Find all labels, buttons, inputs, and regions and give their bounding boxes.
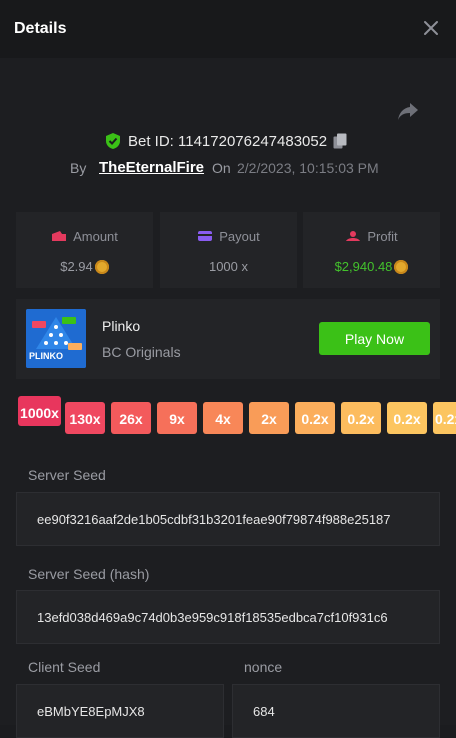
multiplier-chip: 26x <box>111 402 151 434</box>
client-seed-label: Client Seed <box>28 659 101 675</box>
dialog-header: Details <box>0 0 456 58</box>
nonce-field[interactable]: 684 <box>232 684 440 738</box>
copy-icon[interactable] <box>333 133 347 149</box>
close-icon[interactable] <box>421 18 441 38</box>
payout-value: 1000 x <box>208 259 249 274</box>
multiplier-chip: 4x <box>203 402 243 434</box>
server-seed-hash-label: Server Seed (hash) <box>28 566 150 582</box>
game-thumbnail[interactable]: PLINKO <box>26 309 86 368</box>
game-card: PLINKO Plinko BC Originals Play Now <box>16 299 440 379</box>
play-now-button[interactable]: Play Now <box>319 322 430 355</box>
server-seed-field[interactable]: ee90f3216aaf2de1b05cdbf31b3201feae90f798… <box>16 492 440 546</box>
client-seed-value: eBMbYE8EpMJX8 <box>37 704 145 719</box>
coin-icon <box>394 260 409 274</box>
nonce-label: nonce <box>244 659 283 675</box>
coin-icon <box>94 260 109 274</box>
amount-card: Amount $2.94 <box>16 212 153 288</box>
by-label: By <box>70 160 87 176</box>
multiplier-chip: 0.2x <box>433 402 456 434</box>
nonce-value: 684 <box>253 704 275 719</box>
server-seed-hash-value: 13efd038d469a9c74d0b3e959c918f18535edbca… <box>37 610 388 625</box>
multiplier-chip: 0.2x <box>295 402 335 434</box>
on-label: On <box>212 160 231 176</box>
card-icon <box>198 231 213 241</box>
multiplier-chip: 0.2x <box>341 402 381 434</box>
multiplier-chip: 9x <box>157 402 197 434</box>
share-icon[interactable] <box>397 101 419 121</box>
profit-label: Profit <box>367 229 398 244</box>
player-link[interactable]: TheEternalFire <box>99 159 204 176</box>
amount-value: $2.94 <box>60 259 93 274</box>
multiplier-chip: 130x <box>65 402 105 434</box>
multiplier-chip: 1000x <box>18 396 61 426</box>
profit-card: Profit $2,940.48 <box>303 212 440 288</box>
game-name: Plinko <box>102 318 141 334</box>
multiplier-chip: 0.2x <box>387 402 427 434</box>
server-seed-label: Server Seed <box>28 467 106 483</box>
game-provider: BC Originals <box>102 344 181 360</box>
svg-text:PLINKO: PLINKO <box>29 351 63 361</box>
server-seed-value: ee90f3216aaf2de1b05cdbf31b3201feae90f798… <box>37 512 391 527</box>
multiplier-chip: 2x <box>249 402 289 434</box>
bet-date: 2/2/2023, 10:15:03 PM <box>237 160 379 176</box>
wallet-icon <box>52 231 67 241</box>
server-seed-hash-field[interactable]: 13efd038d469a9c74d0b3e959c918f18535edbca… <box>16 590 440 644</box>
amount-label: Amount <box>73 229 118 244</box>
client-seed-field[interactable]: eBMbYE8EpMJX8 <box>16 684 224 738</box>
payout-label: Payout <box>219 229 260 244</box>
payout-card: Payout 1000 x <box>160 212 297 288</box>
profit-icon <box>346 231 361 241</box>
bet-id: Bet ID: 114172076247483052 <box>128 133 328 150</box>
shield-check-icon <box>106 133 120 149</box>
dialog-title: Details <box>14 20 67 37</box>
profit-value: $2,940.48 <box>334 259 393 274</box>
plinko-logo-icon: PLINKO <box>26 309 86 368</box>
